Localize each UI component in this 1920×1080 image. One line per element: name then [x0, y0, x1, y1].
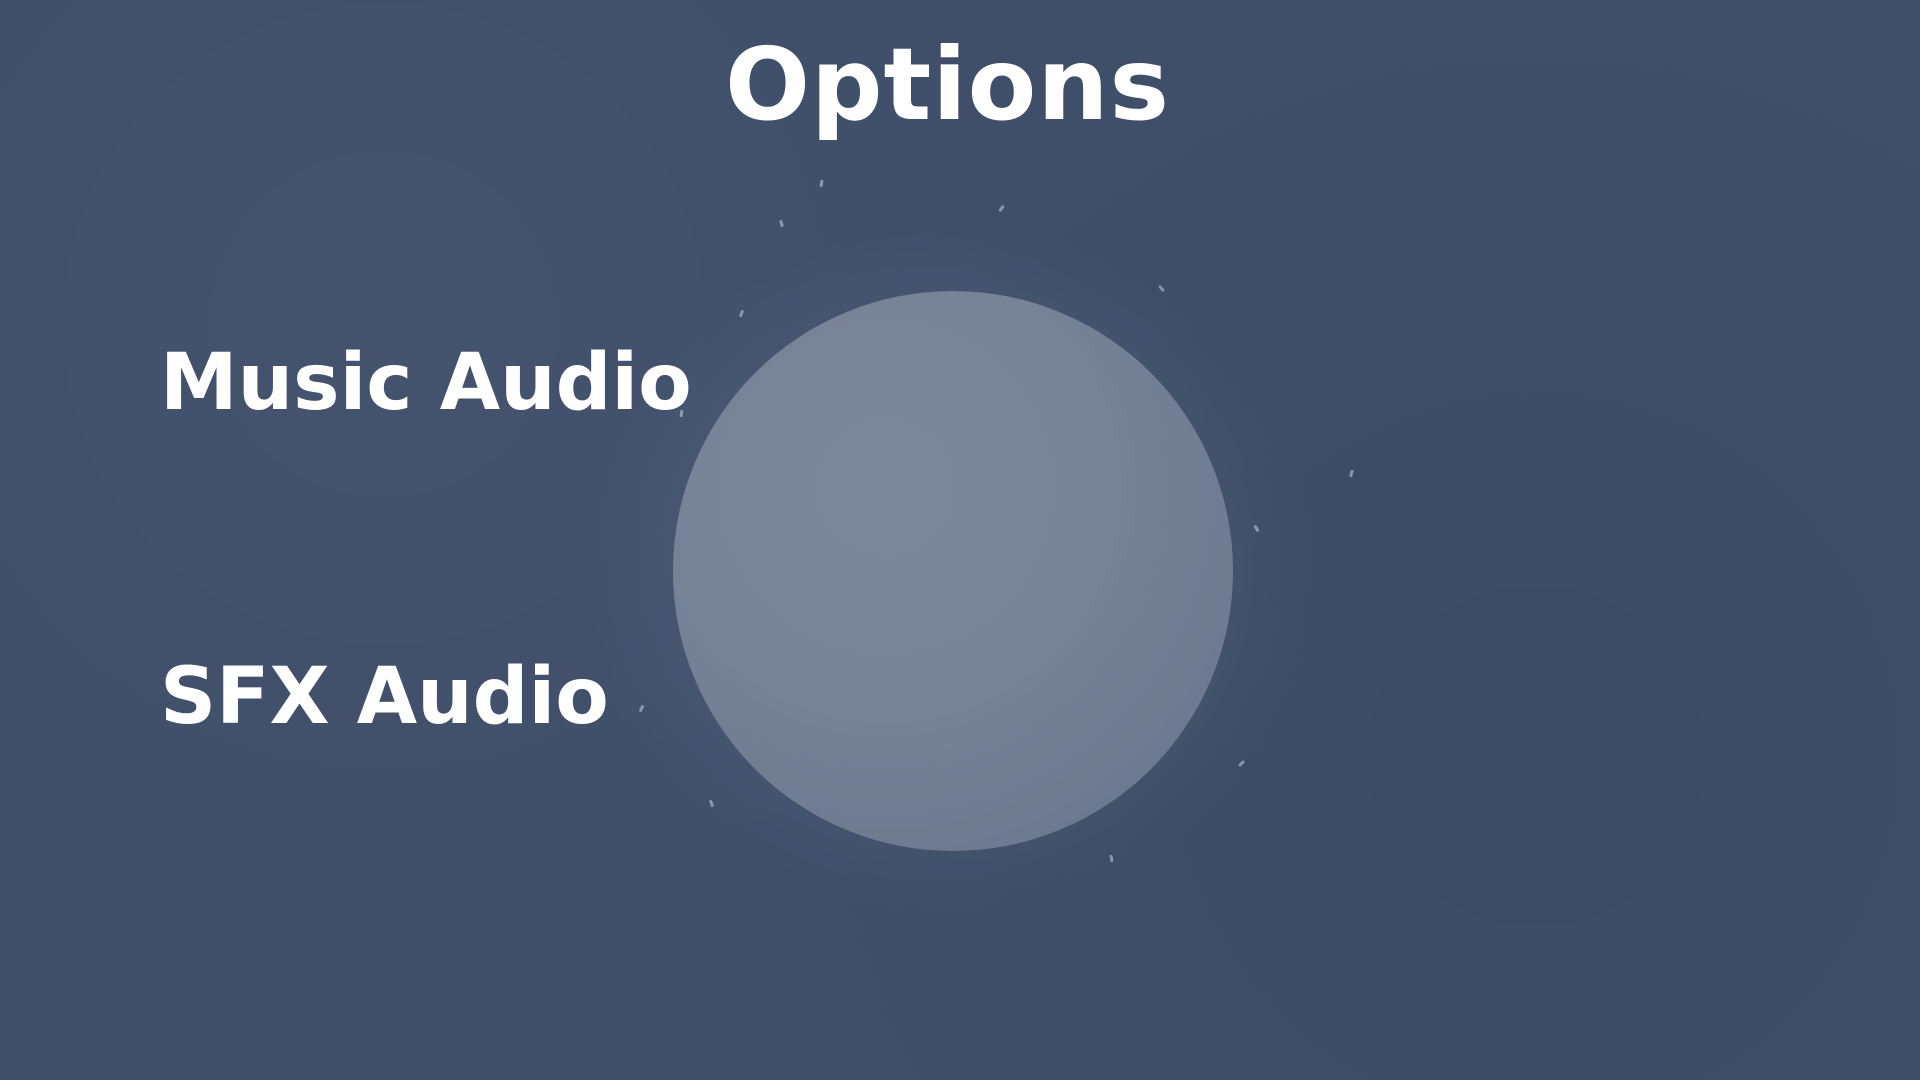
- moon-orb: [673, 291, 1233, 851]
- sfx-audio-option[interactable]: SFX Audio: [160, 652, 609, 742]
- music-audio-option[interactable]: Music Audio: [160, 338, 692, 428]
- options-title: Options: [724, 26, 1171, 143]
